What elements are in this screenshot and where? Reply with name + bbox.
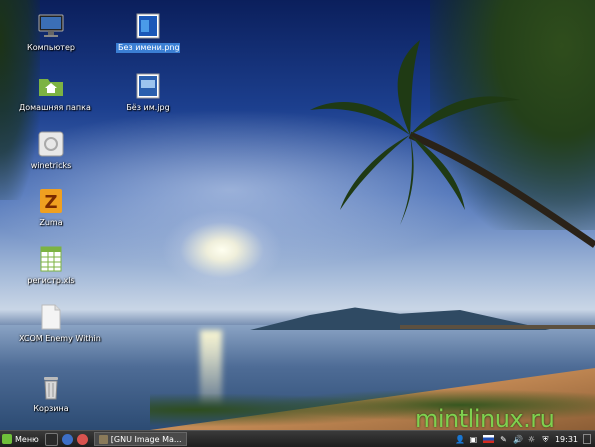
desktop-icon-label: Zuma	[39, 218, 63, 227]
desktop-icon-unnamed-png[interactable]: Без имени.png	[116, 12, 180, 53]
terminal-launcher-icon[interactable]	[44, 432, 58, 446]
desktop-icon-label: регистр.xls	[27, 276, 75, 285]
home-folder-icon	[37, 72, 65, 100]
desktop-icon-label: winetricks	[30, 161, 72, 170]
image-file-icon	[134, 12, 162, 40]
desktop-icon-trash[interactable]: Корзина	[19, 373, 83, 414]
menu-button[interactable]: Меню	[0, 432, 43, 446]
clock[interactable]: 19:31	[555, 435, 578, 444]
desktop-icon-zuma[interactable]: Z Zuma	[19, 187, 83, 228]
desktop-background: Компьютер Домашняя папка winetricks Z Zu…	[0, 0, 595, 430]
desktop-icon-label: Без имени.png	[116, 43, 180, 53]
taskbar-window-gimp[interactable]: [GNU Image Ma...	[93, 432, 187, 446]
desktop-icon-label: XCOM Enemy Within	[19, 334, 101, 343]
desktop-icon-label: Компьютер	[27, 43, 75, 52]
document-icon	[37, 303, 65, 331]
chromium-launcher-icon[interactable]	[76, 433, 88, 445]
show-desktop-icon[interactable]	[583, 434, 591, 444]
svg-text:Z: Z	[44, 192, 57, 213]
taskbar: Меню [GNU Image Ma... 👤 ▣ ✎ 🔊 ☼ ⛨ 19:31	[0, 430, 595, 447]
site-watermark: mintlinux.ru	[415, 405, 555, 430]
desktop-icon-home-folder[interactable]: Домашняя папка	[19, 72, 91, 113]
shield-icon[interactable]: ⛨	[541, 435, 550, 444]
winetricks-icon	[37, 130, 65, 158]
desktop-icon-computer[interactable]: Компьютер	[19, 12, 83, 53]
window-label: [GNU Image Ma...	[110, 434, 182, 444]
desktop-icon-winetricks[interactable]: winetricks	[19, 130, 83, 171]
zuma-icon: Z	[37, 187, 65, 215]
desktop-icon-label: Корзина	[33, 404, 69, 413]
gimp-icon	[98, 434, 108, 444]
desktop-icon-label: Бёз им.jpg	[126, 103, 170, 112]
keyboard-layout-flag-icon[interactable]	[482, 435, 494, 443]
system-tray: 👤 ▣ ✎ 🔊 ☼ ⛨ 19:31	[455, 434, 595, 444]
palm-tree-wallpaper	[310, 40, 595, 248]
monitor-icon	[37, 12, 65, 40]
desktop-icon-spreadsheet[interactable]: регистр.xls	[19, 245, 83, 286]
sun-reflection-wallpaper	[200, 330, 222, 405]
spreadsheet-icon	[37, 245, 65, 273]
pen-icon[interactable]: ✎	[499, 435, 508, 444]
user-icon[interactable]: 👤	[455, 435, 465, 444]
desktop-icon-label: Домашняя папка	[19, 103, 91, 112]
clipboard-icon[interactable]: ▣	[469, 435, 478, 444]
brightness-icon[interactable]: ☼	[527, 435, 536, 444]
foliage-right-wallpaper	[430, 0, 595, 230]
mountains-wallpaper	[250, 307, 550, 330]
menu-label: Меню	[15, 434, 39, 444]
volume-icon[interactable]: 🔊	[513, 435, 523, 444]
trash-icon	[37, 373, 65, 401]
image-file-icon	[134, 72, 162, 100]
pier-wallpaper	[400, 325, 595, 329]
mint-logo-icon	[2, 434, 12, 444]
desktop-icon-xcom[interactable]: XCOM Enemy Within	[19, 303, 101, 344]
firefox-launcher-icon[interactable]	[61, 433, 73, 445]
desktop-icon-unnamed-jpg[interactable]: Бёз им.jpg	[116, 72, 180, 113]
